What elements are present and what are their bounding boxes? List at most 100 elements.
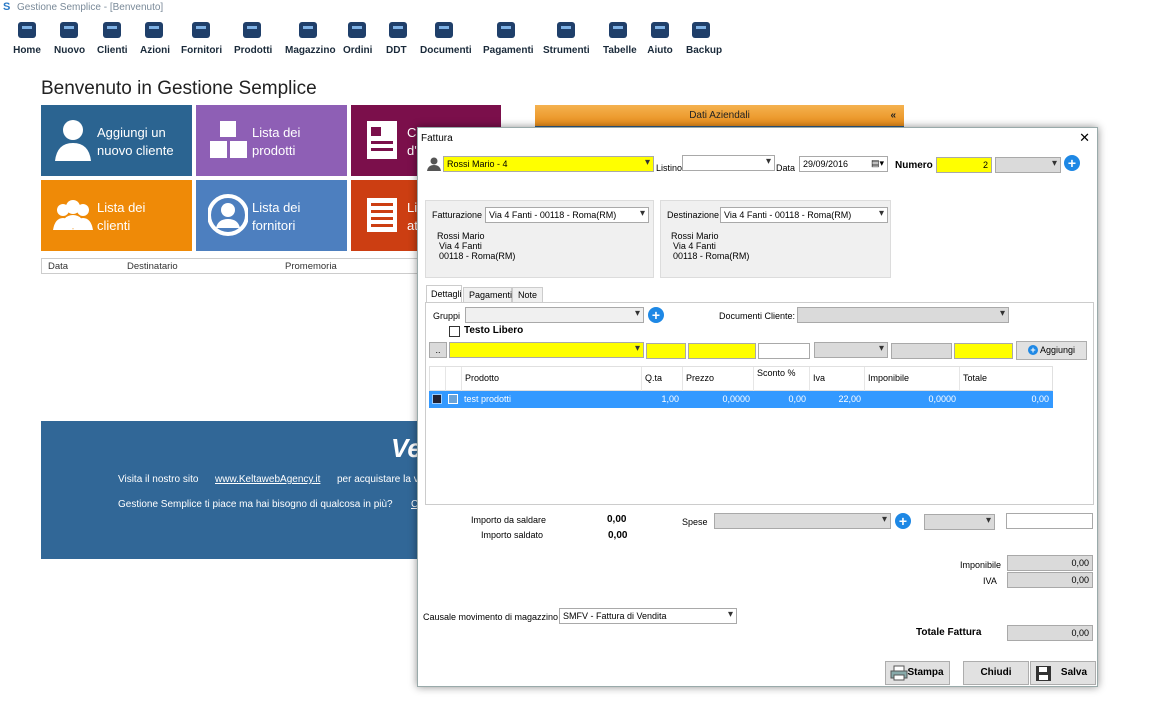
- taxable-input[interactable]: [891, 343, 952, 359]
- boxes-icon: [210, 121, 247, 158]
- tile-product-list[interactable]: Lista dei prodotti: [196, 105, 347, 176]
- scale-icon: [299, 22, 317, 38]
- billing-address-select[interactable]: Via 4 Fanti - 00118 - Roma(RM): [485, 207, 649, 223]
- toolbar-button-aiuto[interactable]: Aiuto: [647, 17, 673, 59]
- website-link[interactable]: www.KeltawebAgency.it: [215, 474, 320, 485]
- collapse-chevron-icon[interactable]: «: [890, 105, 896, 126]
- expenses-select[interactable]: [714, 513, 891, 529]
- banner-text: Visita il nostro sito: [118, 474, 199, 485]
- destination-address-select[interactable]: Via 4 Fanti - 00118 - Roma(RM): [720, 207, 888, 223]
- company-data-panel-header[interactable]: Dati Aziendali «: [535, 105, 904, 126]
- toolbar-button-nuovo[interactable]: Nuovo: [54, 17, 86, 59]
- edit-row-icon[interactable]: [432, 394, 442, 404]
- documents-icon: [435, 22, 453, 38]
- price-input[interactable]: [688, 343, 756, 359]
- toolbar-button-magazzino[interactable]: Magazzino: [285, 17, 336, 59]
- add-expense-plus-icon[interactable]: +: [895, 513, 911, 529]
- toolbar-button-ddt[interactable]: DDT: [386, 17, 407, 59]
- destination-label: Destinazione: [667, 210, 720, 220]
- toolbar-label: Tabelle: [603, 45, 637, 56]
- dialog-title: Fattura: [421, 133, 453, 144]
- close-icon[interactable]: ✕: [1079, 130, 1090, 146]
- table-row[interactable]: test prodotti 1,00 0,0000 0,00 22,00 0,0…: [429, 391, 1053, 408]
- toolbar-label: Nuovo: [54, 45, 86, 56]
- vat-select[interactable]: [814, 342, 888, 358]
- destination-address-text: Rossi Mario Via 4 Fanti 00118 - Roma(RM): [671, 231, 749, 261]
- address-line: Via 4 Fanti: [673, 241, 716, 251]
- toolbar-button-documenti[interactable]: Documenti: [420, 17, 472, 59]
- cell-quantity: 1,00: [661, 394, 679, 404]
- free-text-checkbox[interactable]: [449, 326, 460, 337]
- tab-pagamenti[interactable]: Pagamenti: [463, 287, 512, 302]
- toolbar-label: Home: [13, 45, 41, 56]
- address-line: 00118 - Roma(RM): [439, 251, 516, 261]
- column-header: Iva: [810, 367, 865, 392]
- save-button[interactable]: Salva: [1030, 661, 1096, 685]
- tile-label-2: prodotti: [252, 143, 296, 158]
- tile-add-customer[interactable]: Aggiungi un nuovo cliente: [41, 105, 192, 176]
- expense-amount-input[interactable]: [1006, 513, 1093, 529]
- listino-select[interactable]: [682, 155, 775, 171]
- address-line: Rossi Mario: [671, 231, 719, 241]
- add-customer-plus-icon[interactable]: +: [1064, 155, 1080, 171]
- address-line: Rossi Mario: [437, 231, 485, 241]
- column-header: Q.ta: [642, 367, 683, 392]
- browse-products-button[interactable]: ..: [429, 342, 447, 358]
- toolbar-button-home[interactable]: Home: [12, 17, 42, 59]
- toolbar-button-tabelle[interactable]: Tabelle: [603, 17, 637, 59]
- main-toolbar: Home Nuovo Clienti Azioni Fornitori Prodotti M…: [0, 17, 730, 59]
- amount-due-value: 0,00: [607, 514, 627, 525]
- toolbar-button-fornitori[interactable]: Fornitori: [181, 17, 223, 59]
- tab-dettagli[interactable]: Dettagli: [426, 285, 462, 302]
- toolbar-button-azioni[interactable]: Azioni: [140, 17, 170, 59]
- number-input[interactable]: 2: [936, 157, 992, 173]
- toolbar-label: Aiuto: [647, 45, 673, 56]
- warehouse-reason-select[interactable]: SMFV - Fattura di Vendita: [559, 608, 737, 624]
- suppliers-icon: [192, 22, 210, 38]
- toolbar-button-backup[interactable]: Backup: [686, 17, 722, 59]
- money-icon: [497, 22, 515, 38]
- add-group-plus-icon[interactable]: +: [648, 307, 664, 323]
- toolbar-label: Prodotti: [234, 45, 273, 56]
- customer-documents-select[interactable]: [797, 307, 1009, 323]
- delete-row-icon[interactable]: [448, 394, 458, 404]
- invoice-total-label: Totale Fattura: [916, 627, 982, 638]
- print-button[interactable]: Stampa: [885, 661, 950, 685]
- tab-note[interactable]: Note: [512, 287, 543, 302]
- tile-customer-list[interactable]: Lista dei clienti: [41, 180, 192, 251]
- toolbar-button-pagamenti[interactable]: Pagamenti: [483, 17, 534, 59]
- toolbar-label: Documenti: [420, 45, 472, 56]
- toolbar-button-ordini[interactable]: Ordini: [343, 17, 372, 59]
- cart-icon: [347, 22, 366, 38]
- products-grid-header: Prodotto Q.ta Prezzo Sconto % Iva Imponi…: [429, 366, 1053, 392]
- calendar-dropdown-icon[interactable]: ▤▾: [871, 158, 884, 169]
- window-title-bar: S Gestione Semplice - [Benvenuto]: [0, 0, 1151, 16]
- toolbar-button-strumenti[interactable]: Strumenti: [543, 17, 590, 59]
- series-select[interactable]: [995, 157, 1061, 173]
- free-text-label: Testo Libero: [464, 325, 524, 336]
- product-select[interactable]: [449, 342, 644, 358]
- customer-select[interactable]: Rossi Mario - 4: [443, 156, 654, 172]
- date-picker[interactable]: 29/09/2016 ▤▾: [799, 156, 888, 172]
- panel-title: Dati Aziendali: [689, 110, 750, 121]
- toolbar-button-clienti[interactable]: Clienti: [97, 17, 128, 59]
- expense-vat-select[interactable]: [924, 514, 995, 530]
- truck-icon: [389, 22, 407, 38]
- promo-banner: Ve Visita il nostro sito www.KeltawebAge…: [41, 421, 422, 559]
- column-header: Prezzo: [683, 367, 754, 392]
- address-line: Via 4 Fanti: [439, 241, 482, 251]
- invoice-total-value: 0,00: [1007, 625, 1093, 641]
- taxable-total-value: 0,00: [1007, 555, 1093, 571]
- tile-label-2: fornitori: [252, 218, 296, 233]
- total-input[interactable]: [954, 343, 1013, 359]
- column-header: Data: [48, 261, 69, 272]
- add-row-button[interactable]: + Aggiungi: [1016, 341, 1087, 360]
- toolbar-label: Fornitori: [181, 45, 223, 56]
- groups-select[interactable]: [465, 307, 644, 323]
- close-button[interactable]: Chiudi: [963, 661, 1029, 685]
- add-plus-icon: +: [1027, 345, 1038, 355]
- quantity-input[interactable]: [646, 343, 686, 359]
- tile-supplier-list[interactable]: Lista dei fornitori: [196, 180, 347, 251]
- toolbar-button-prodotti[interactable]: Prodotti: [234, 17, 273, 59]
- discount-input[interactable]: [758, 343, 810, 359]
